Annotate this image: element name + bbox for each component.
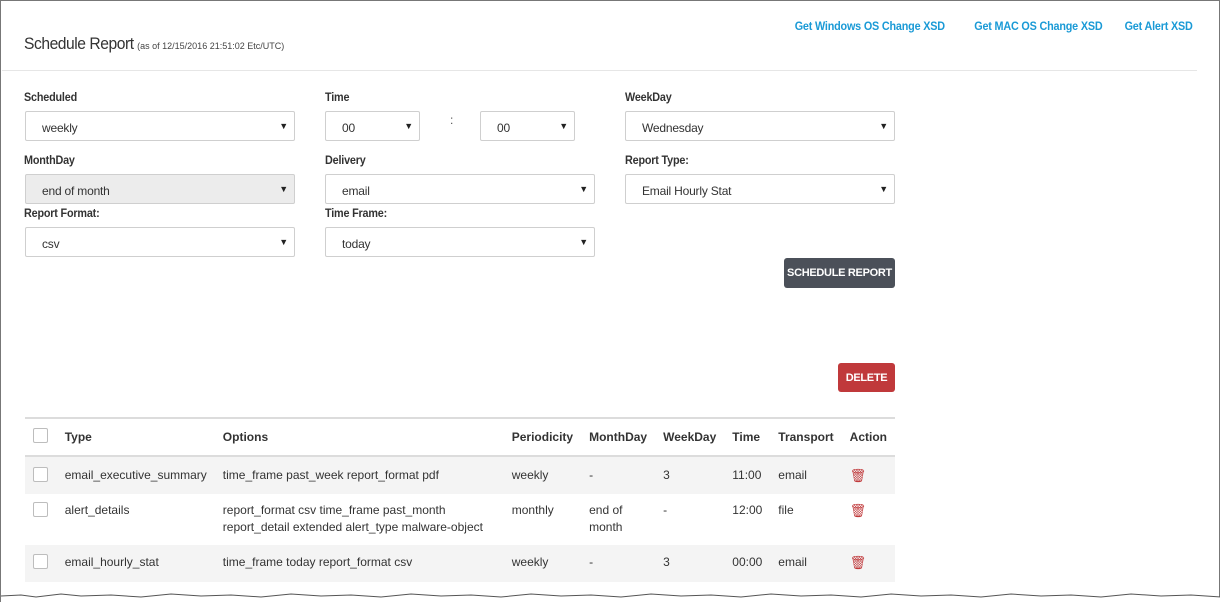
cell-type: email_hourly_stat <box>64 555 159 569</box>
cell-type: alert_details <box>64 503 130 517</box>
torn-edge <box>1 593 1220 602</box>
delivery-value: email <box>342 184 370 198</box>
caret-down-icon: ▼ <box>279 237 288 247</box>
monthday-value: end of month <box>42 184 110 198</box>
col-type[interactable]: Type <box>57 418 215 456</box>
table-row: alert_details report_format csv time_fra… <box>25 494 895 545</box>
caret-down-icon: ▼ <box>879 121 888 131</box>
caret-down-icon: ▼ <box>279 121 288 131</box>
report-type-select[interactable]: Email Hourly Stat ▼ <box>625 174 895 204</box>
time-frame-label: Time Frame: <box>325 206 388 220</box>
checkbox-icon[interactable] <box>33 467 48 482</box>
cell-options: report_format csv time_frame past_month … <box>222 503 483 534</box>
weekday-select[interactable]: Wednesday ▼ <box>625 111 895 141</box>
table-header-row: Type Options Periodicity MonthDay WeekDa… <box>25 418 895 456</box>
header-divider <box>2 70 1197 71</box>
cell-weekday: 3 <box>663 555 670 569</box>
caret-down-icon: ▼ <box>579 184 588 194</box>
checkbox-icon[interactable] <box>33 554 48 569</box>
col-weekday[interactable]: WeekDay <box>655 418 724 456</box>
report-type-label: Report Type: <box>625 153 689 167</box>
report-format-label: Report Format: <box>24 206 100 220</box>
time-minute-select[interactable]: 00 ▼ <box>480 111 575 141</box>
cell-action: 🗑 <box>842 494 895 545</box>
time-separator: : <box>450 113 454 127</box>
caret-down-icon: ▼ <box>559 121 568 131</box>
page-header: Schedule Report (as of 12/15/2016 21:51:… <box>24 34 284 54</box>
time-hour-select[interactable]: 00 ▼ <box>325 111 420 141</box>
delivery-select[interactable]: email ▼ <box>325 174 595 204</box>
caret-down-icon: ▼ <box>404 121 413 131</box>
row-checkbox-cell <box>25 494 57 545</box>
scheduled-value: weekly <box>42 121 78 135</box>
cell-time: 11:00 <box>732 468 762 482</box>
report-type-value: Email Hourly Stat <box>642 184 732 198</box>
col-time[interactable]: Time <box>724 418 770 456</box>
trash-icon[interactable]: 🗑 <box>850 467 867 484</box>
as-of-timestamp: (as of 12/15/2016 21:51:02 Etc/UTC) <box>137 41 285 51</box>
cell-periodicity: monthly <box>511 503 554 517</box>
col-options[interactable]: Options <box>215 418 504 456</box>
time-hour-value: 00 <box>342 121 355 135</box>
cell-periodicity: weekly <box>511 555 549 569</box>
time-frame-value: today <box>342 237 371 251</box>
delivery-label: Delivery <box>325 153 366 167</box>
xsd-links: Get Windows OS Change XSD Get MAC OS Cha… <box>778 19 1194 33</box>
cell-time: 12:00 <box>732 503 763 517</box>
col-periodicity[interactable]: Periodicity <box>504 418 581 456</box>
time-label: Time <box>325 90 350 104</box>
row-checkbox-cell <box>25 545 57 582</box>
cell-options: time_frame today report_format csv <box>222 555 413 569</box>
cell-type: email_executive_summary <box>64 468 207 482</box>
cell-action: 🗑 <box>842 545 895 582</box>
cell-transport: file <box>778 503 794 517</box>
table-row: email_hourly_stat time_frame today repor… <box>25 545 895 582</box>
trash-icon[interactable]: 🗑 <box>850 554 867 571</box>
time-frame-select[interactable]: today ▼ <box>325 227 595 257</box>
scheduled-label: Scheduled <box>24 90 78 104</box>
scheduled-reports-table: Type Options Periodicity MonthDay WeekDa… <box>25 417 895 582</box>
schedule-report-panel: Schedule Report (as of 12/15/2016 21:51:… <box>0 0 1220 602</box>
row-checkbox-cell <box>25 456 57 494</box>
cell-weekday: 3 <box>663 468 670 482</box>
weekday-label: WeekDay <box>625 90 672 104</box>
col-action: Action <box>849 430 887 444</box>
alert-xsd-link[interactable]: Get Alert XSD <box>1125 19 1193 33</box>
weekday-value: Wednesday <box>642 121 704 135</box>
time-minute-value: 00 <box>497 121 510 135</box>
cell-periodicity: weekly <box>511 468 549 482</box>
cell-monthday: end of month <box>589 503 623 534</box>
monthday-label: MonthDay <box>24 153 75 167</box>
delete-button[interactable]: DELETE <box>838 363 895 392</box>
scheduled-select[interactable]: weekly ▼ <box>25 111 295 141</box>
table-row: email_executive_summary time_frame past_… <box>25 456 895 494</box>
cell-options: time_frame past_week report_format pdf <box>222 468 439 482</box>
trash-icon[interactable]: 🗑 <box>850 502 867 519</box>
schedule-report-button[interactable]: SCHEDULE REPORT <box>784 258 895 288</box>
cell-weekday: - <box>663 503 668 517</box>
report-format-select[interactable]: csv ▼ <box>25 227 295 257</box>
windows-xsd-link[interactable]: Get Windows OS Change XSD <box>795 19 945 33</box>
cell-action: 🗑 <box>842 456 895 494</box>
caret-down-icon: ▼ <box>879 184 888 194</box>
cell-transport: email <box>778 555 807 569</box>
checkbox-icon[interactable] <box>33 502 48 517</box>
monthday-select: end of month ▼ <box>25 174 295 204</box>
report-format-value: csv <box>42 237 60 251</box>
select-all-checkbox[interactable] <box>33 428 48 443</box>
caret-down-icon: ▼ <box>279 184 288 194</box>
page-title: Schedule Report <box>24 34 134 53</box>
cell-monthday: - <box>589 468 594 482</box>
col-monthday[interactable]: MonthDay <box>581 418 655 456</box>
col-transport[interactable]: Transport <box>770 418 841 456</box>
cell-monthday: - <box>589 555 594 569</box>
mac-xsd-link[interactable]: Get MAC OS Change XSD <box>974 19 1102 33</box>
select-all-cell <box>25 418 57 456</box>
caret-down-icon: ▼ <box>579 237 588 247</box>
cell-transport: email <box>778 468 807 482</box>
cell-time: 00:00 <box>732 555 763 569</box>
